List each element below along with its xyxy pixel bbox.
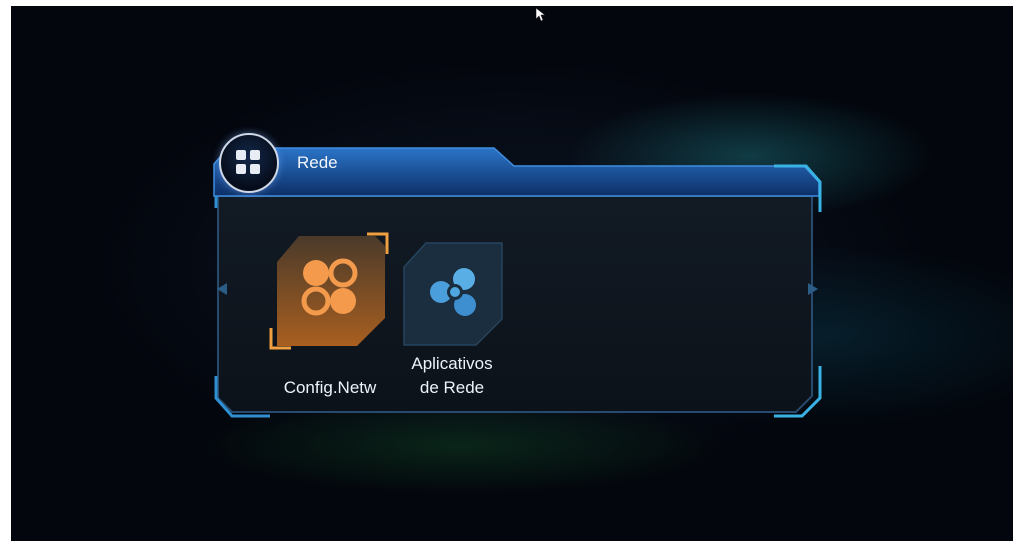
network-apps-tile[interactable]: [402, 239, 506, 347]
arrow-right-icon[interactable]: [804, 282, 820, 296]
network-apps-label-line1: Aplicativos: [411, 354, 493, 373]
network-config-icon: [269, 232, 389, 350]
arrow-left-icon[interactable]: [215, 282, 231, 296]
apps-grid-icon: [219, 133, 279, 193]
mouse-cursor-icon: [536, 8, 546, 22]
config-network-tile[interactable]: [269, 232, 391, 352]
network-apps-icon: [403, 242, 503, 346]
config-network-label: Config.Netw: [283, 378, 377, 397]
page-title: Rede: [297, 153, 338, 172]
tv-screen: Rede Config.Netw Aplicativos de Rede: [11, 6, 1013, 541]
network-apps-label-line2: de Rede: [419, 378, 485, 397]
